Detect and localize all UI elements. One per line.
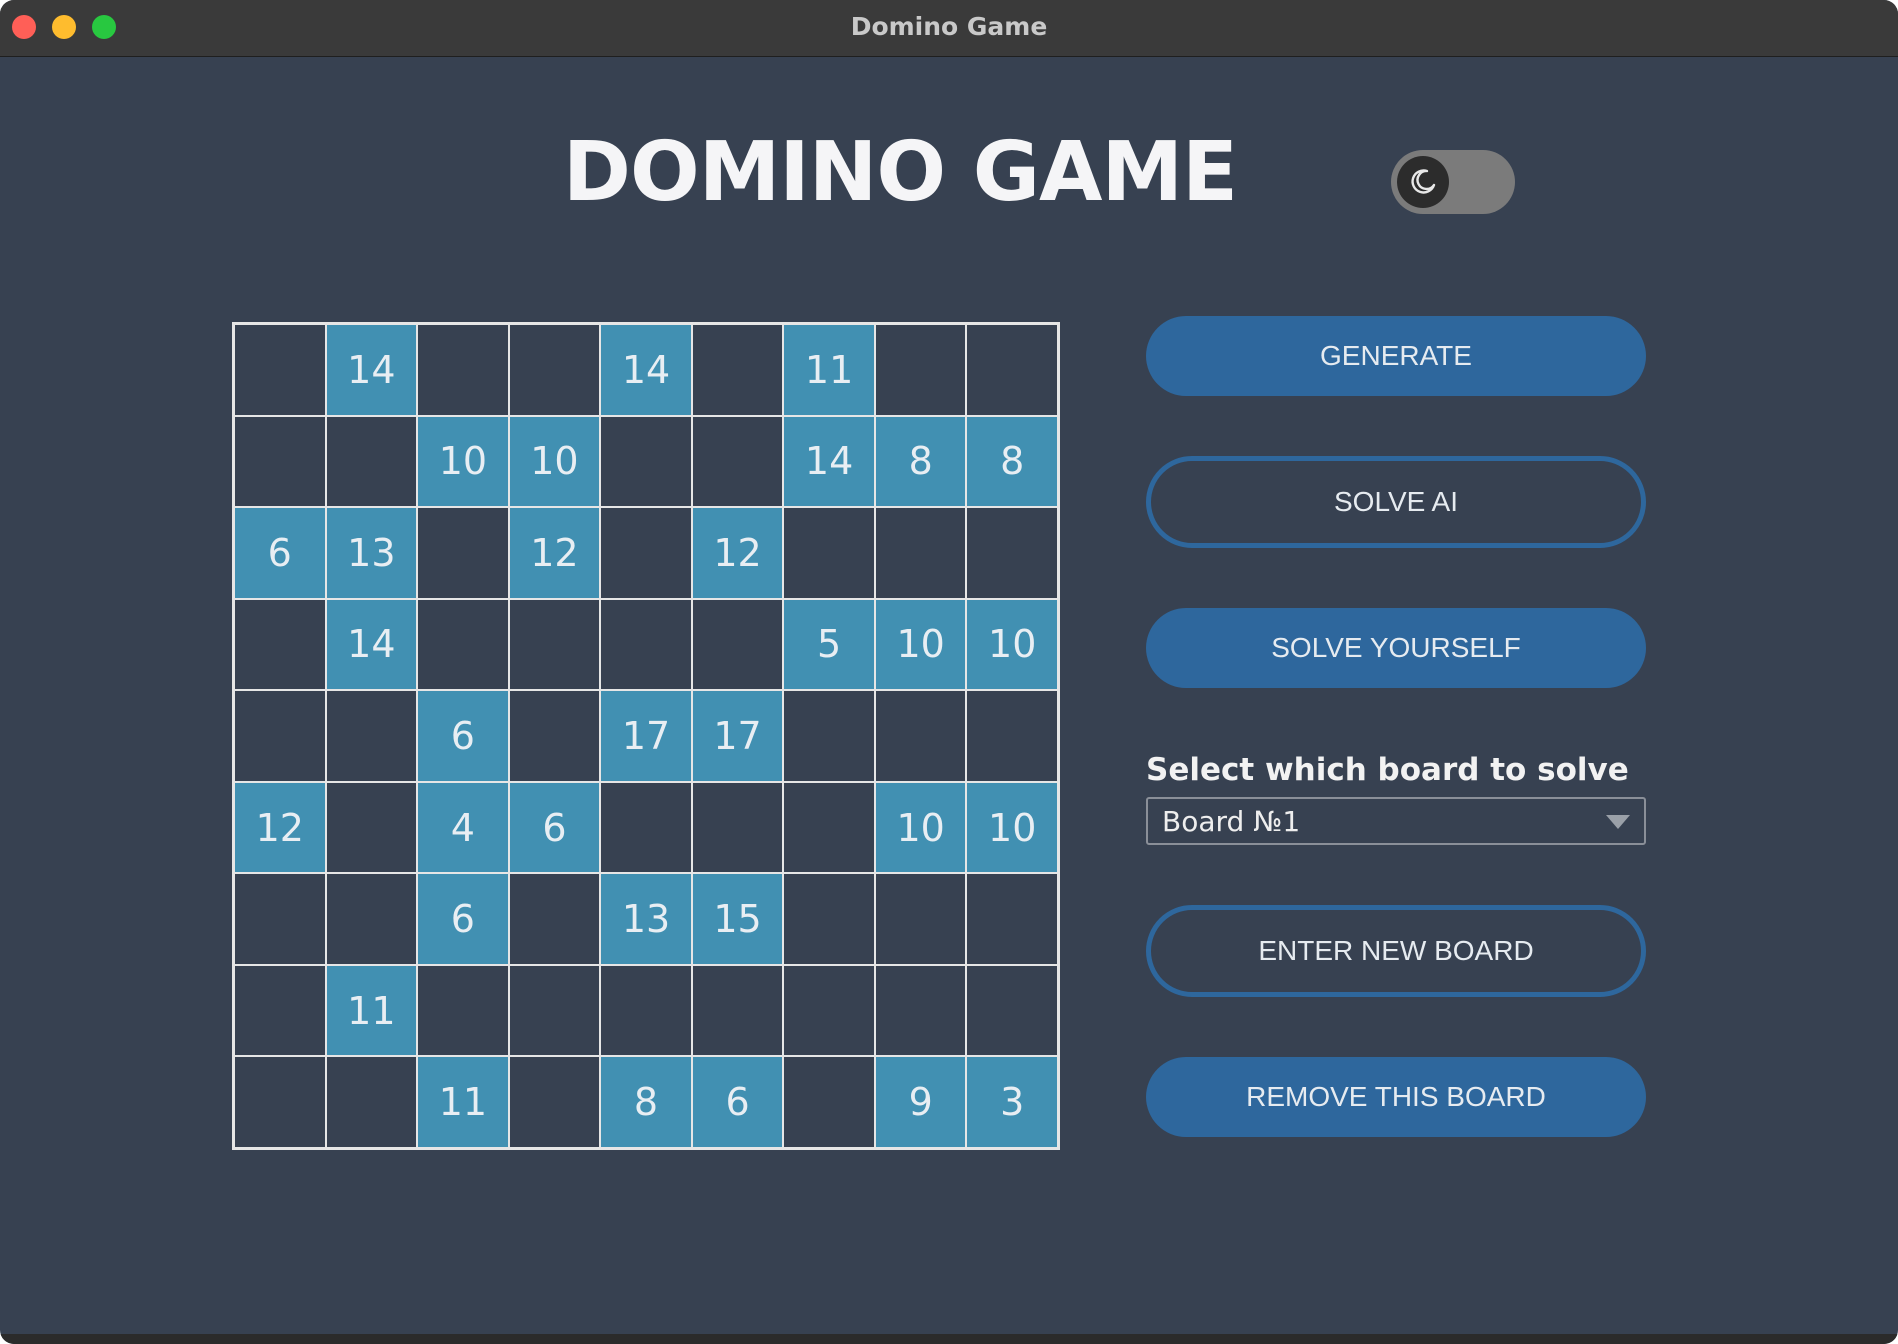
board-select-label: Select which board to solve xyxy=(1146,752,1629,788)
board-cell-empty[interactable] xyxy=(966,507,1058,599)
board-cell-empty[interactable] xyxy=(691,598,784,691)
board-cell-filled[interactable]: 5 xyxy=(783,598,875,691)
board-cell-empty[interactable] xyxy=(691,964,784,1057)
board-cell-filled[interactable]: 8 xyxy=(600,1056,692,1148)
board-cell-empty[interactable] xyxy=(783,690,875,782)
board-cell-empty[interactable] xyxy=(783,781,875,874)
board-cell-empty[interactable] xyxy=(691,781,784,874)
board-cell-empty[interactable] xyxy=(325,1056,418,1148)
window-title: Domino Game xyxy=(850,12,1048,41)
board-cell-empty[interactable] xyxy=(417,507,509,599)
board-cell-empty[interactable] xyxy=(783,1056,875,1148)
board-cell-empty[interactable] xyxy=(600,415,692,508)
board-cell-empty[interactable] xyxy=(966,964,1058,1057)
enter-new-board-button[interactable]: ENTER NEW BOARD xyxy=(1146,905,1646,997)
board-cell-filled[interactable]: 10 xyxy=(508,415,601,508)
board-cell-filled[interactable]: 8 xyxy=(966,415,1058,508)
board-cell-filled[interactable]: 11 xyxy=(417,1056,509,1148)
board-cell-empty[interactable] xyxy=(874,690,967,782)
board-cell-empty[interactable] xyxy=(417,964,509,1057)
title-bar: Domino Game xyxy=(0,0,1898,57)
bottom-edge xyxy=(0,1334,1898,1344)
toggle-knob xyxy=(1397,156,1449,208)
board-cell-empty[interactable] xyxy=(508,873,601,965)
board-cell-empty[interactable] xyxy=(783,964,875,1057)
board-cell-filled[interactable]: 6 xyxy=(417,690,509,782)
board-cell-empty[interactable] xyxy=(234,415,326,508)
board-cell-filled[interactable]: 12 xyxy=(508,507,601,599)
board-cell-filled[interactable]: 10 xyxy=(874,781,967,874)
board-cell-empty[interactable] xyxy=(234,873,326,965)
board-cell-empty[interactable] xyxy=(417,324,509,416)
board-cell-empty[interactable] xyxy=(874,873,967,965)
solve-yourself-button[interactable]: SOLVE YOURSELF xyxy=(1146,608,1646,688)
board-cell-empty[interactable] xyxy=(691,415,784,508)
page-title: DOMINO GAME xyxy=(562,125,1238,220)
board-cell-empty[interactable] xyxy=(234,324,326,416)
board-cell-filled[interactable]: 6 xyxy=(417,873,509,965)
board-cell-empty[interactable] xyxy=(234,964,326,1057)
theme-toggle[interactable] xyxy=(1391,150,1515,214)
solve-ai-button[interactable]: SOLVE AI xyxy=(1146,456,1646,548)
board-cell-filled[interactable]: 14 xyxy=(325,598,418,691)
board-cell-empty[interactable] xyxy=(325,415,418,508)
generate-button[interactable]: GENERATE xyxy=(1146,316,1646,396)
board-cell-filled[interactable]: 15 xyxy=(691,873,784,965)
dropdown-arrow-icon xyxy=(1606,815,1630,829)
board-cell-empty[interactable] xyxy=(234,690,326,782)
board-cell-filled[interactable]: 14 xyxy=(783,415,875,508)
app-window: Domino Game DOMINO GAME 14 14 11 10 10 14 8 8 6 1… xyxy=(0,0,1898,1344)
board-cell-filled[interactable]: 10 xyxy=(966,598,1058,691)
board-cell-filled[interactable]: 12 xyxy=(691,507,784,599)
board-cell-empty[interactable] xyxy=(508,964,601,1057)
board-cell-filled[interactable]: 14 xyxy=(325,324,418,416)
board-cell-empty[interactable] xyxy=(966,324,1058,416)
board-cell-empty[interactable] xyxy=(691,324,784,416)
board-cell-filled[interactable]: 13 xyxy=(600,873,692,965)
board-cell-filled[interactable]: 3 xyxy=(966,1056,1058,1148)
board-select[interactable]: Board №1 xyxy=(1146,797,1646,845)
board-cell-empty[interactable] xyxy=(600,781,692,874)
board-cell-empty[interactable] xyxy=(966,873,1058,965)
board-cell-empty[interactable] xyxy=(417,598,509,691)
board-cell-filled[interactable]: 6 xyxy=(234,507,326,599)
board-cell-empty[interactable] xyxy=(874,964,967,1057)
board-cell-filled[interactable]: 4 xyxy=(417,781,509,874)
board-cell-empty[interactable] xyxy=(874,324,967,416)
board-cell-empty[interactable] xyxy=(966,690,1058,782)
board-cell-filled[interactable]: 8 xyxy=(874,415,967,508)
domino-board: 14 14 11 10 10 14 8 8 6 13 12 12 14 5 10 10 6 17 17 12 4 6 10 1… xyxy=(232,322,1060,1150)
board-cell-empty[interactable] xyxy=(783,873,875,965)
board-cell-filled[interactable]: 6 xyxy=(691,1056,784,1148)
board-cell-filled[interactable]: 6 xyxy=(508,781,601,874)
board-cell-empty[interactable] xyxy=(234,1056,326,1148)
board-cell-filled[interactable]: 10 xyxy=(417,415,509,508)
board-cell-empty[interactable] xyxy=(325,873,418,965)
board-cell-empty[interactable] xyxy=(325,781,418,874)
board-cell-empty[interactable] xyxy=(600,598,692,691)
board-cell-filled[interactable]: 11 xyxy=(325,964,418,1057)
board-cell-filled[interactable]: 12 xyxy=(234,781,326,874)
board-cell-filled[interactable]: 11 xyxy=(783,324,875,416)
board-select-value: Board №1 xyxy=(1162,805,1301,838)
board-cell-filled[interactable]: 14 xyxy=(600,324,692,416)
board-cell-empty[interactable] xyxy=(508,598,601,691)
board-cell-empty[interactable] xyxy=(874,507,967,599)
board-cell-filled[interactable]: 17 xyxy=(691,690,784,782)
board-cell-empty[interactable] xyxy=(508,690,601,782)
board-cell-empty[interactable] xyxy=(234,598,326,691)
board-cell-filled[interactable]: 17 xyxy=(600,690,692,782)
board-cell-empty[interactable] xyxy=(600,507,692,599)
moon-icon xyxy=(1411,169,1436,194)
board-cell-empty[interactable] xyxy=(783,507,875,599)
board-cell-empty[interactable] xyxy=(508,324,601,416)
board-cell-filled[interactable]: 9 xyxy=(874,1056,967,1148)
board-cell-filled[interactable]: 13 xyxy=(325,507,418,599)
board-cell-filled[interactable]: 10 xyxy=(874,598,967,691)
board-cell-empty[interactable] xyxy=(508,1056,601,1148)
remove-board-button[interactable]: REMOVE THIS BOARD xyxy=(1146,1057,1646,1137)
board-cell-empty[interactable] xyxy=(325,690,418,782)
board-cell-empty[interactable] xyxy=(600,964,692,1057)
board-cell-filled[interactable]: 10 xyxy=(966,781,1058,874)
